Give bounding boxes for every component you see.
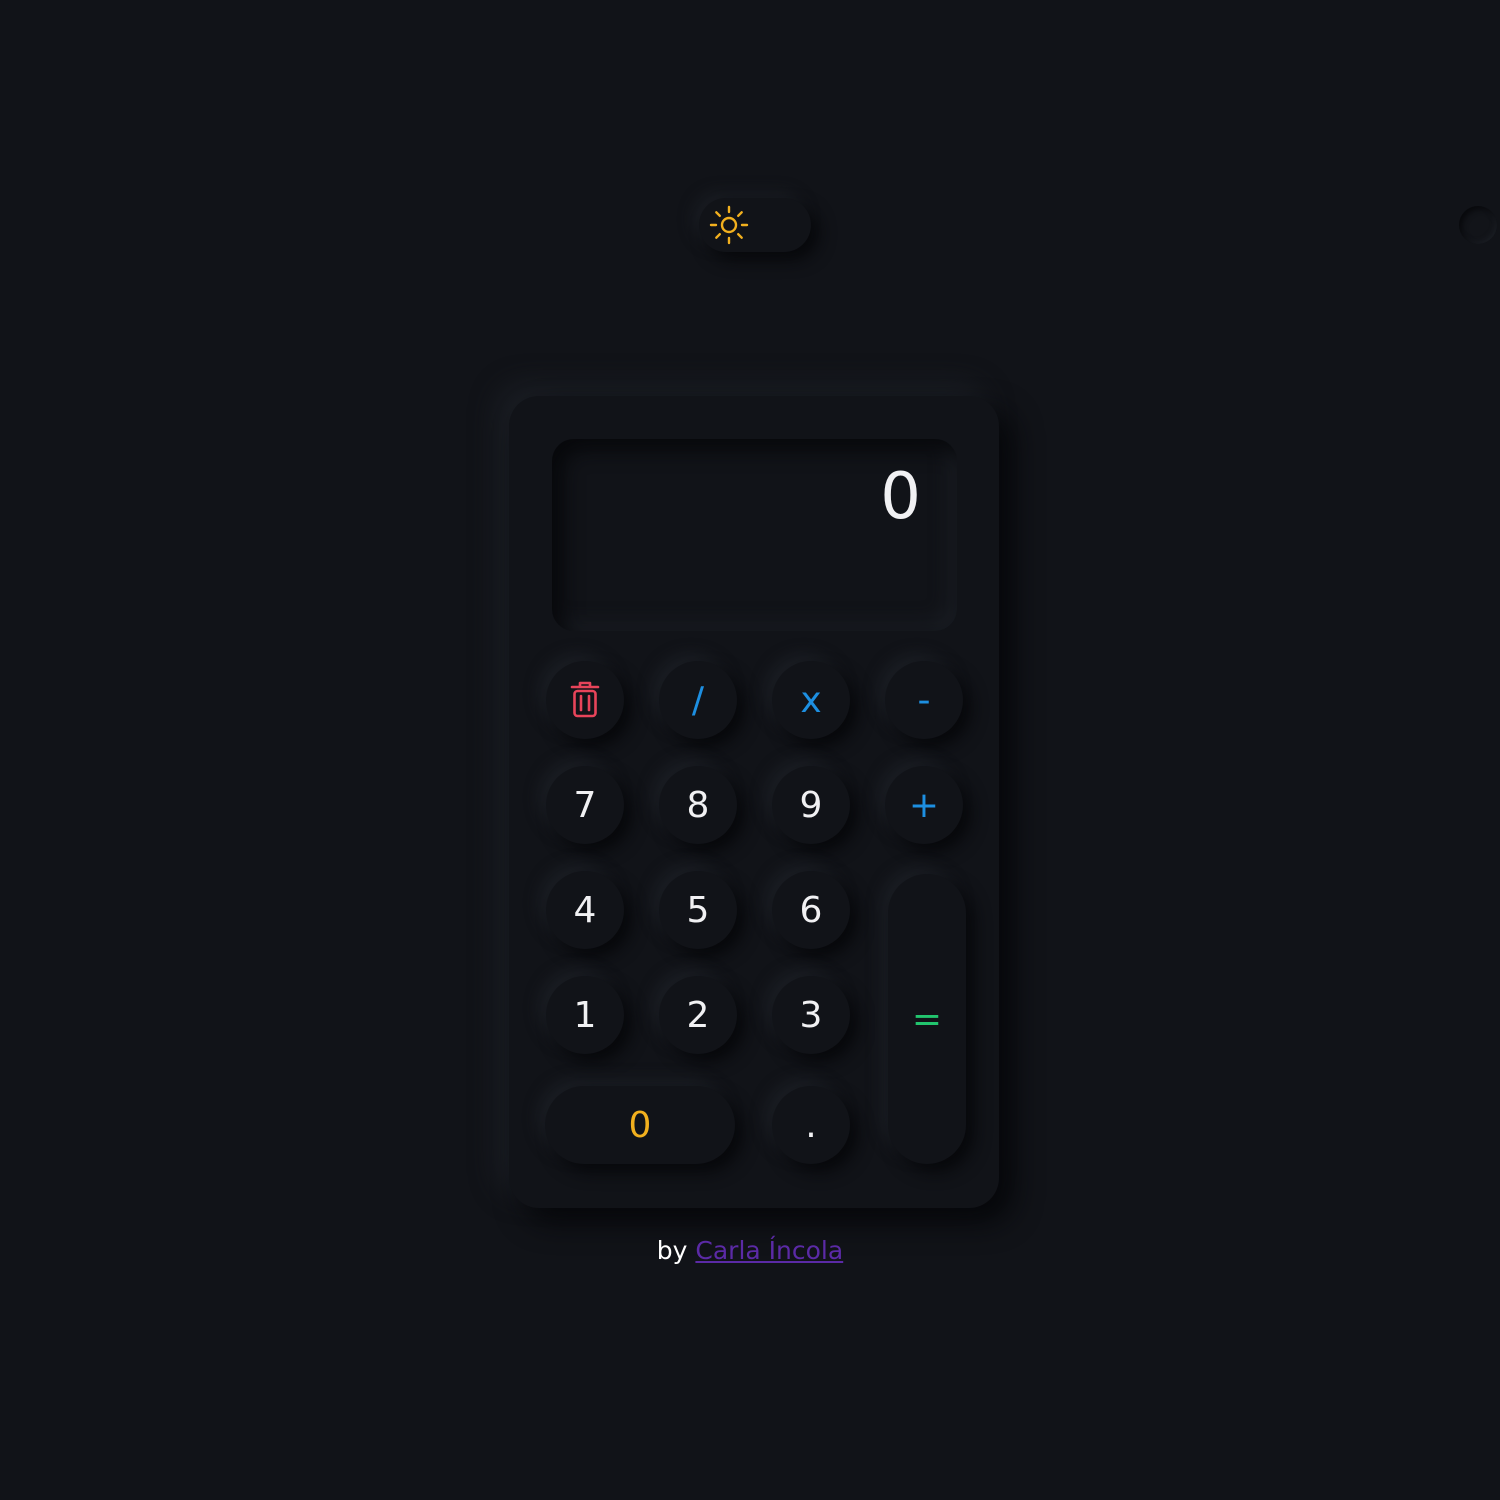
key-5[interactable]: 5 [659,871,737,949]
multiply-button[interactable]: x [772,661,850,739]
key-1[interactable]: 1 [546,976,624,1054]
key-9[interactable]: 9 [772,766,850,844]
decimal-button[interactable]: . [772,1086,850,1164]
author-credit: by Carla Íncola [0,1236,1500,1265]
page: 0 / x - 7 8 9 + 4 5 6 = 1 2 3 0 . by Car… [0,0,1500,1500]
trash-icon [570,681,600,718]
toggle-knob[interactable] [1459,206,1497,244]
key-8[interactable]: 8 [659,766,737,844]
subtract-button[interactable]: - [885,661,963,739]
key-6[interactable]: 6 [772,871,850,949]
add-button[interactable]: + [885,766,963,844]
calculator-display: 0 [552,439,957,631]
key-7[interactable]: 7 [546,766,624,844]
calculator: 0 / x - 7 8 9 + 4 5 6 = 1 2 3 0 . [509,396,999,1208]
key-2[interactable]: 2 [659,976,737,1054]
theme-toggle[interactable] [699,198,1497,252]
clear-button[interactable] [546,661,624,739]
key-0[interactable]: 0 [545,1086,735,1164]
sun-icon [709,205,749,245]
by-label: by [656,1236,688,1265]
key-3[interactable]: 3 [772,976,850,1054]
author-link[interactable]: Carla Íncola [695,1236,843,1265]
key-4[interactable]: 4 [546,871,624,949]
divide-button[interactable]: / [659,661,737,739]
equals-button[interactable]: = [888,874,966,1164]
display-value: 0 [880,460,921,534]
